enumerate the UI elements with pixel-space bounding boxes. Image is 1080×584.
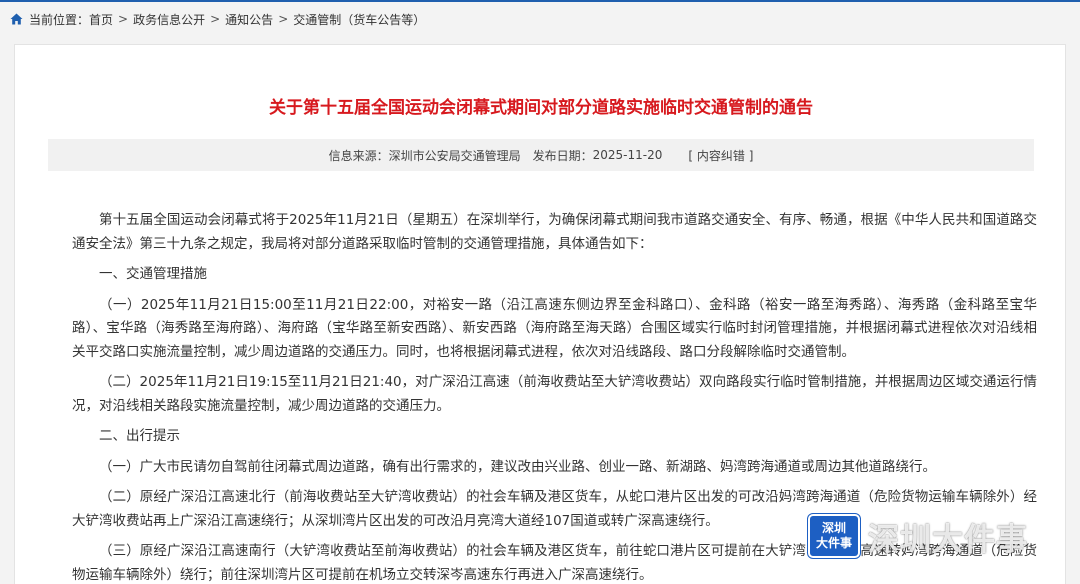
body-paragraph: （二）2025年11月21日19:15至11月21日21:40，对广深沿江高速（… (72, 374, 1037, 414)
top-rule (0, 0, 1080, 2)
breadcrumb: 当前位置： 首页 > 政务信息公开 > 通知公告 > 交通管制（货车公告等） (10, 8, 425, 30)
source-value: 深圳市公安局交通管理局 (388, 148, 521, 163)
breadcrumb-gov-info-link[interactable]: 政务信息公开 (133, 11, 205, 28)
breadcrumb-notices-link[interactable]: 通知公告 (225, 11, 273, 28)
body-paragraph: （一）2025年11月21日15:00至11月21日22:00，对裕安一路（沿江… (72, 296, 1037, 360)
article-card: 关于第十五届全国运动会闭幕式期间对部分道路实施临时交通管制的通告 信息来源： 深… (14, 44, 1066, 584)
breadcrumb-label: 当前位置： (29, 12, 90, 27)
breadcrumb-separator: > (278, 12, 289, 26)
watermark: 深圳 大件事 深圳大件事 (808, 508, 1068, 564)
article-title: 关于第十五届全国运动会闭幕式期间对部分道路实施临时交通管制的通告 (269, 98, 813, 118)
intro-paragraph: 第十五届全国运动会闭幕式将于2025年11月21日（星期五）在深圳举行，为确保闭… (72, 212, 1037, 252)
content-correction-link[interactable]: [ 内容纠错 ] (688, 147, 753, 164)
watermark-logo-icon: 深圳 大件事 (808, 514, 860, 558)
breadcrumb-separator: > (210, 12, 221, 26)
section-heading: 二、出行提示 (99, 428, 180, 444)
date-value: 2025-11-20 (592, 148, 663, 162)
date-label: 发布日期： (532, 148, 593, 163)
watermark-logo-line: 大件事 (815, 536, 852, 550)
breadcrumb-home-link[interactable]: 首页 (89, 11, 113, 28)
home-icon (10, 13, 23, 25)
section-heading: 一、交通管理措施 (99, 266, 207, 282)
breadcrumb-traffic-control-link[interactable]: 交通管制（货车公告等） (293, 11, 425, 28)
watermark-logo-line: 深圳 (821, 521, 846, 535)
article-meta-bar: 信息来源： 深圳市公安局交通管理局 发布日期： 2025-11-20 [ 内容纠… (48, 139, 1034, 171)
breadcrumb-separator: > (118, 12, 129, 26)
watermark-text: 深圳大件事 (868, 521, 1028, 558)
source-label: 信息来源： (328, 148, 389, 163)
body-paragraph: （一）广大市民请勿自驾前往闭幕式周边道路，确有出行需求的，建议改由兴业路、创业一… (99, 458, 936, 475)
